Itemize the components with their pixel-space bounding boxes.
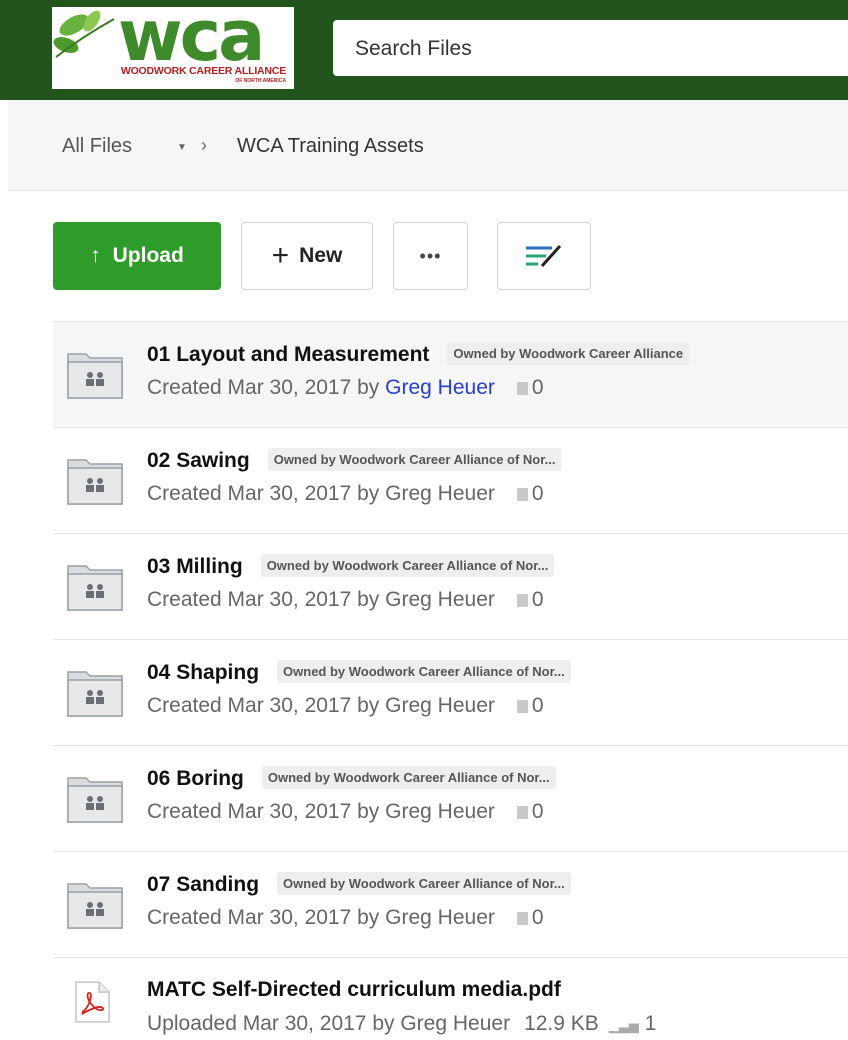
author-link[interactable]: Greg Heuer [385,694,495,717]
new-label: New [299,244,343,267]
shared-folder-icon [67,459,123,505]
item-name: 02 Sawing Owned by Woodwork Career Allian… [147,448,562,473]
item-name: 04 Shaping Owned by Woodwork Career Allia… [147,660,571,685]
file-count-icon [516,382,528,395]
view-count: 1 [644,1012,657,1035]
shared-folder-icon [67,777,123,823]
ellipsis-icon: ••• [419,245,442,266]
author-link[interactable]: Greg Heuer [385,376,495,399]
item-name: MATC Self-Directed curriculum media.pdf [147,978,561,1001]
views-bar-icon: ▁▃▅ [608,1018,639,1033]
list-item[interactable]: 02 Sawing Owned by Woodwork Career Allian… [53,427,848,533]
author-link[interactable]: Greg Heuer [385,800,495,823]
breadcrumb-current: WCA Training Assets [237,135,424,157]
list-item[interactable]: 03 Milling Owned by Woodwork Career Allia… [53,533,848,639]
owner-badge: Owned by Woodwork Career Alliance of Nor… [277,660,571,683]
shared-folder-icon [67,671,123,717]
item-meta: Created Mar 30, 2017 by Greg Heuer 0 [147,694,544,717]
new-button[interactable]: + New [241,222,373,290]
file-count-icon [516,806,528,819]
file-count-icon [516,488,528,501]
list-item[interactable]: 07 Sanding Owned by Woodwork Career Allia… [53,851,848,957]
author-link[interactable]: Greg Heuer [385,482,495,505]
logo-subtitle-2: OF NORTH AMERICA [235,78,286,84]
more-options-button[interactable]: ••• [393,222,468,290]
file-count-icon [516,912,528,925]
list-item[interactable]: 01 Layout and Measurement Owned by Woodwo… [53,321,848,427]
logo-subtitle: WOODWORK CAREER ALLIANCE [120,65,286,77]
owner-badge: Owned by Woodwork Career Alliance of Nor… [260,554,555,577]
search-placeholder: Search Files [355,37,472,60]
item-meta: Created Mar 30, 2017 by Greg Heuer 0 [147,800,544,823]
author-link[interactable]: Greg Heuer [385,588,495,611]
owner-badge: Owned by Woodwork Career Alliance [447,342,690,365]
file-count-icon [516,700,528,713]
item-name: 06 Boring Owned by Woodwork Career Allian… [147,766,556,791]
owner-badge: Owned by Woodwork Career Alliance of Nor… [267,448,562,471]
item-meta: Uploaded Mar 30, 2017 by Greg Heuer 12.9 … [147,1012,657,1035]
logo-wordmark: wca [118,7,265,77]
file-count-icon [516,594,528,607]
list-item[interactable]: 04 Shaping Owned by Woodwork Career Allia… [53,639,848,745]
wca-logo[interactable]: wca WOODWORK CAREER ALLIANCE OF NORTH AM… [52,7,294,89]
upload-button[interactable]: ↑ Upload [53,222,221,290]
item-meta: Created Mar 30, 2017 by Greg Heuer 0 [147,482,544,505]
notes-pen-icon [526,244,562,268]
author-link[interactable]: Greg Heuer [385,906,495,929]
list-item[interactable]: 06 Boring Owned by Woodwork Career Allian… [53,745,848,851]
search-input[interactable]: Search Files [333,20,848,76]
plus-icon: + [271,239,290,272]
breadcrumb: All Files ▼ › WCA Training Assets [8,100,848,191]
item-meta: Created Mar 30, 2017 by Greg Heuer 0 [147,906,544,929]
author-link[interactable]: Greg Heuer [400,1012,510,1035]
shared-folder-icon [67,883,123,929]
item-meta: Created Mar 30, 2017 by Greg Heuer 0 [147,588,544,611]
owner-badge: Owned by Woodwork Career Alliance of Nor… [261,766,556,789]
shared-folder-icon [67,353,123,399]
owner-badge: Owned by Woodwork Career Alliance of Nor… [277,872,571,895]
caret-down-icon[interactable]: ▼ [177,142,187,153]
list-item[interactable]: MATC Self-Directed curriculum media.pdf … [53,957,848,1040]
edit-notes-button[interactable] [497,222,591,290]
item-meta: Created Mar 30, 2017 by Greg Heuer 0 [147,376,544,399]
upload-label: Upload [112,244,184,267]
item-name: 01 Layout and Measurement Owned by Woodwo… [147,342,690,367]
breadcrumb-separator: › [201,135,207,155]
item-name: 03 Milling Owned by Woodwork Career Allia… [147,554,555,579]
top-header: wca WOODWORK CAREER ALLIANCE OF NORTH AM… [0,0,848,100]
breadcrumb-all-files[interactable]: All Files [62,135,132,158]
file-size: 12.9 KB [524,1012,599,1035]
arrow-up-icon: ↑ [90,244,101,267]
pdf-file-icon [75,981,110,1023]
shared-folder-icon [67,565,123,611]
item-name: 07 Sanding Owned by Woodwork Career Allia… [147,872,571,897]
